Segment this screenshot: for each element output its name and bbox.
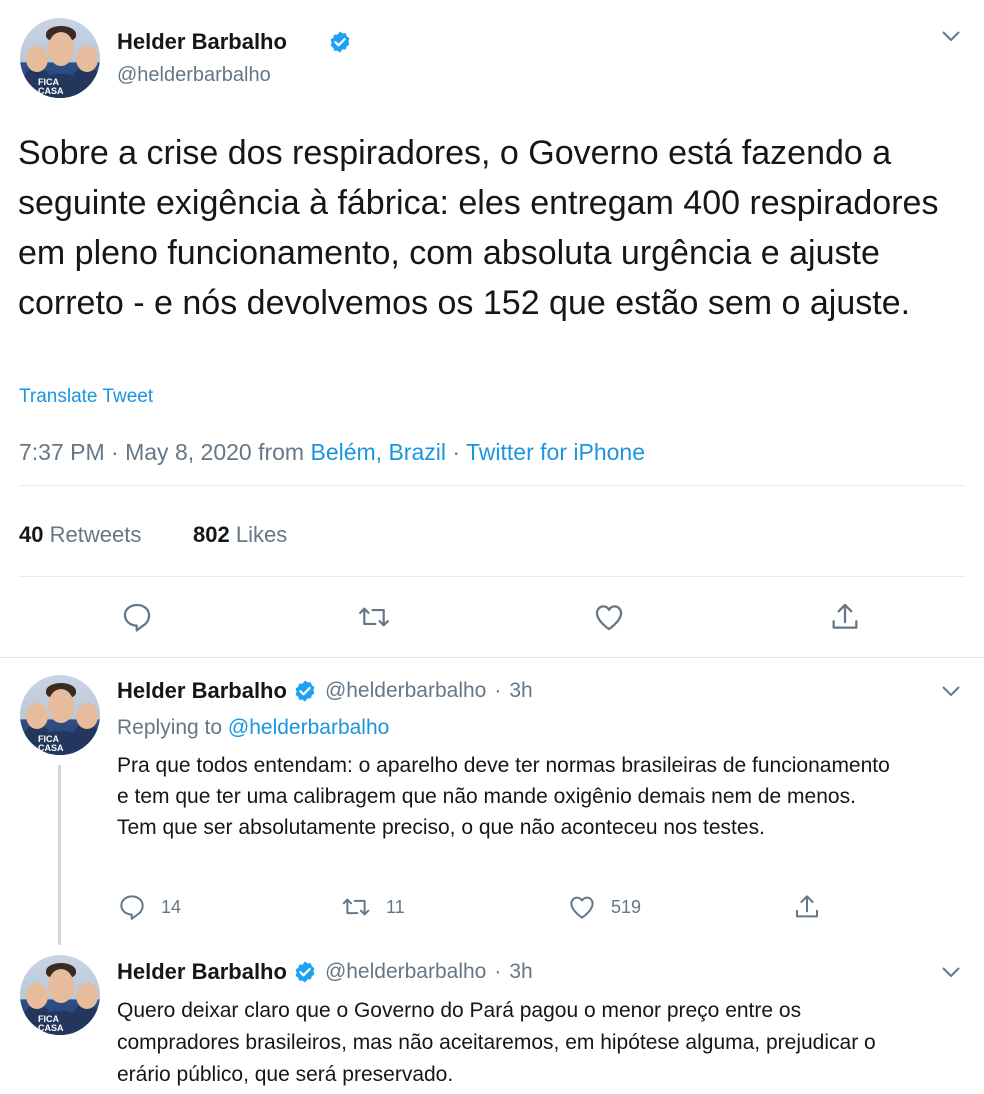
translate-tweet-link[interactable]: Translate Tweet: [19, 385, 153, 409]
reply-text: Pra que todos entendam: o aparelho deve …: [117, 754, 890, 839]
author-name[interactable]: Helder Barbalho: [117, 677, 287, 705]
like-count: 519: [611, 896, 642, 917]
author-handle[interactable]: @helderbarbalho: [325, 677, 486, 705]
replying-to: Replying to @helderbarbalho: [117, 714, 389, 742]
tweet-time[interactable]: 3h: [509, 677, 532, 705]
chevron-down-icon[interactable]: [940, 683, 962, 704]
like-icon: [567, 892, 597, 922]
avatar-caption: FICA CASA: [38, 77, 64, 96]
meta-separator: ·: [452, 439, 461, 465]
avatar-caption: FICA CASA: [38, 734, 64, 753]
retweet-icon: [340, 892, 372, 922]
avatar[interactable]: FICA CASA: [20, 955, 100, 1035]
verified-icon: [293, 960, 317, 984]
tweet-date[interactable]: May 8, 2020: [125, 439, 252, 465]
verified-icon: [328, 30, 352, 54]
reply-count: 14: [161, 896, 182, 917]
tweet-time[interactable]: 3h: [509, 958, 532, 986]
avatar[interactable]: FICA CASA: [20, 675, 100, 755]
thread-line: [58, 765, 61, 945]
verified-icon: [293, 679, 317, 703]
share-icon[interactable]: [828, 600, 862, 639]
reply-icon[interactable]: [120, 600, 154, 639]
likes-count: 802: [193, 522, 230, 547]
likes-stat[interactable]: 802 Likes: [193, 521, 287, 549]
reply-header: Helder Barbalho @helderbarbalho · 3h: [117, 677, 533, 705]
retweets-label: Retweets: [49, 522, 142, 547]
reply-button[interactable]: 14: [117, 892, 181, 922]
author-name[interactable]: Helder Barbalho: [117, 958, 287, 986]
replying-label: Replying to: [117, 716, 223, 739]
like-button[interactable]: 519: [567, 892, 641, 922]
location-link[interactable]: Belém, Brazil: [310, 439, 445, 465]
reply-icon: [117, 892, 147, 922]
divider: [19, 485, 965, 486]
author-name[interactable]: Helder Barbalho: [117, 28, 287, 56]
retweets-stat[interactable]: 40 Retweets: [19, 521, 141, 549]
tweet-text: Sobre a crise dos respiradores, o Govern…: [18, 134, 939, 322]
meta-separator: ·: [494, 679, 502, 702]
retweets-count: 40: [19, 522, 44, 547]
reply-text: Quero deixar claro que o Governo do Pará…: [117, 999, 876, 1086]
chevron-down-icon[interactable]: [940, 964, 962, 985]
meta-separator: ·: [494, 960, 502, 983]
retweet-count: 11: [386, 896, 405, 917]
from-label: from: [258, 439, 305, 465]
tweet-time[interactable]: 7:37 PM: [19, 439, 105, 465]
author-handle[interactable]: @helderbarbalho: [117, 62, 271, 88]
avatar[interactable]: FICA CASA: [20, 18, 100, 98]
avatar-caption: FICA CASA: [38, 1014, 64, 1033]
divider: [19, 576, 965, 577]
meta-separator: ·: [111, 439, 119, 465]
tweet-meta: 7:37 PM · May 8, 2020 from Belém, Brazil…: [19, 438, 645, 466]
chevron-down-icon[interactable]: [940, 28, 962, 49]
reply-header: Helder Barbalho @helderbarbalho · 3h: [117, 958, 533, 986]
retweet-button[interactable]: 11: [340, 892, 405, 922]
replying-handle-link[interactable]: @helderbarbalho: [228, 716, 389, 739]
source-link[interactable]: Twitter for iPhone: [466, 439, 645, 465]
author-handle[interactable]: @helderbarbalho: [325, 958, 486, 986]
share-icon[interactable]: [792, 892, 822, 927]
likes-label: Likes: [235, 522, 288, 547]
like-icon[interactable]: [592, 600, 626, 639]
divider: [0, 657, 984, 658]
retweet-icon[interactable]: [356, 600, 392, 639]
